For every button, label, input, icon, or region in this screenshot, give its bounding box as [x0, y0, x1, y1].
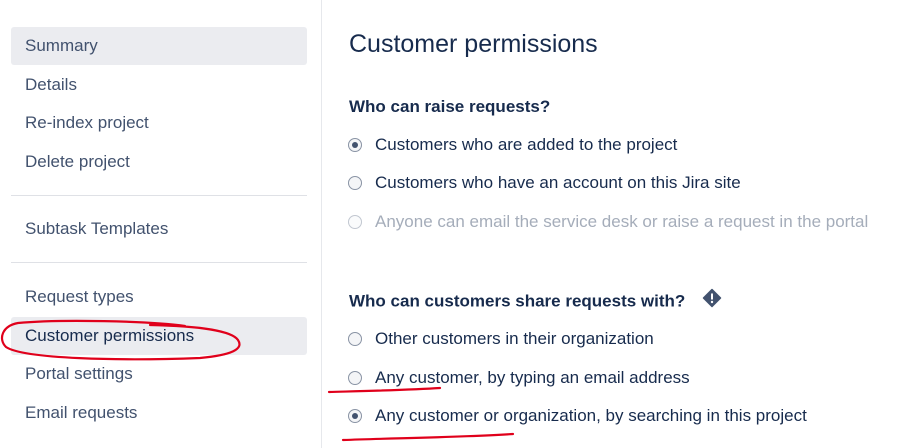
radio-option-anyone: Anyone can email the service desk or rai… — [348, 209, 868, 235]
radio-button[interactable] — [348, 138, 362, 152]
radio-label: Any customer, by typing an email address — [375, 368, 690, 387]
radio-option-jira-account-customers[interactable]: Customers who have an account on this Ji… — [348, 170, 741, 196]
raise-requests-heading: Who can raise requests? — [349, 97, 551, 116]
radio-label: Any customer or organization, by searchi… — [375, 406, 807, 425]
sidebar-item-request-types[interactable]: Request types — [11, 278, 307, 316]
radio-label: Other customers in their organization — [375, 329, 654, 348]
radio-label: Anyone can email the service desk or rai… — [375, 212, 869, 231]
sidebar-item-reindex-project[interactable]: Re-index project — [11, 104, 307, 142]
radio-button[interactable] — [348, 176, 362, 190]
page: Summary Details Re-index project Delete … — [0, 0, 907, 448]
share-requests-heading: Who can customers share requests with? — [349, 288, 722, 313]
radio-label: Customers who are added to the project — [375, 135, 678, 154]
sidebar-divider — [11, 262, 307, 263]
share-requests-heading-text: Who can customers share requests with? — [349, 291, 686, 311]
sidebar-nav: Summary Details Re-index project Delete … — [0, 0, 322, 448]
sidebar-item-customer-permissions[interactable]: Customer permissions — [11, 317, 307, 355]
radio-option-added-customers[interactable]: Customers who are added to the project — [348, 132, 677, 158]
radio-button — [348, 215, 362, 229]
radio-option-search-project[interactable]: Any customer or organization, by searchi… — [348, 403, 807, 429]
sidebar-item-summary[interactable]: Summary — [11, 27, 307, 65]
sidebar-item-portal-settings[interactable]: Portal settings — [11, 355, 307, 393]
radio-label: Customers who have an account on this Ji… — [375, 173, 741, 192]
sidebar-item-details[interactable]: Details — [11, 66, 307, 104]
radio-button[interactable] — [348, 371, 362, 385]
radio-option-email-address[interactable]: Any customer, by typing an email address — [348, 365, 690, 391]
radio-button[interactable] — [348, 409, 362, 423]
radio-option-organization-customers[interactable]: Other customers in their organization — [348, 326, 654, 352]
sidebar-item-subtask-templates[interactable]: Subtask Templates — [11, 210, 307, 248]
sidebar-divider — [11, 195, 307, 196]
sidebar-item-delete-project[interactable]: Delete project — [11, 143, 307, 181]
sidebar-item-email-requests[interactable]: Email requests — [11, 394, 307, 432]
page-title: Customer permissions — [349, 30, 598, 58]
main-content: Customer permissions Who can raise reque… — [322, 0, 907, 448]
warning-icon[interactable] — [702, 288, 722, 313]
radio-button[interactable] — [348, 332, 362, 346]
